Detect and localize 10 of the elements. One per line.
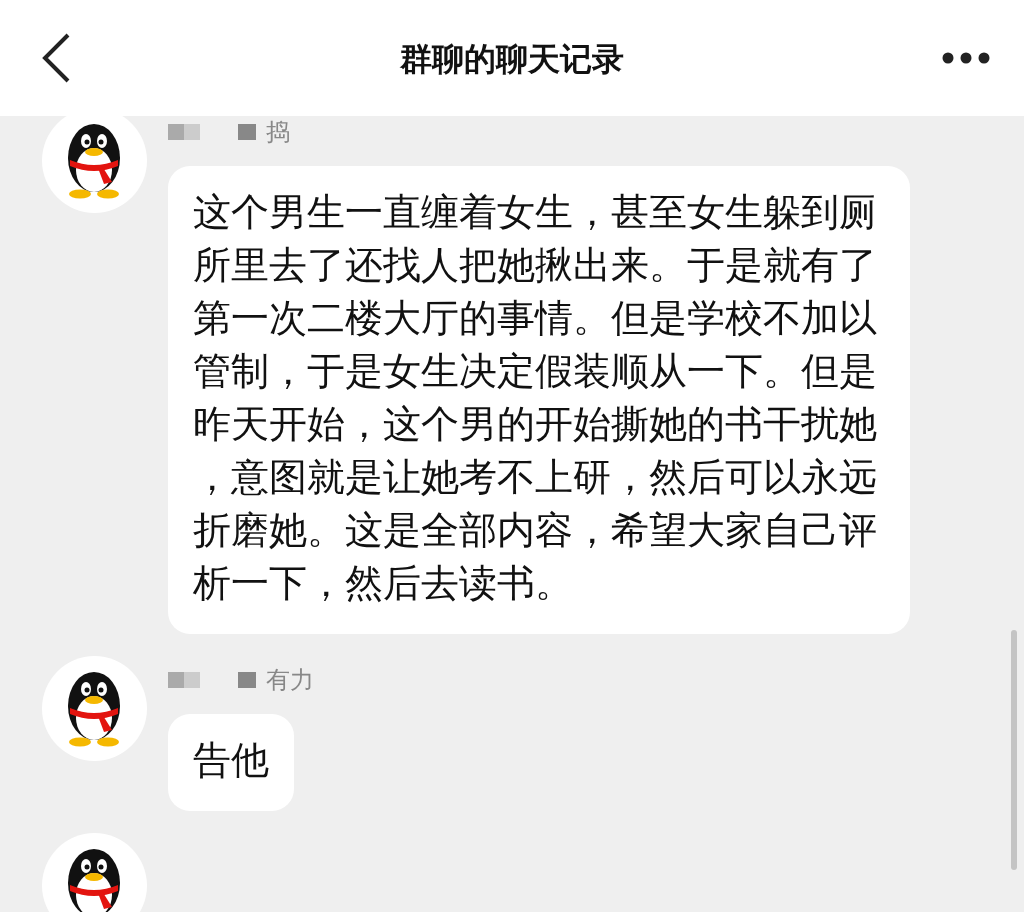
- back-icon[interactable]: [40, 32, 72, 84]
- penguin-avatar-icon: [42, 656, 147, 761]
- sender-name: 有力: [266, 665, 314, 695]
- sender-name: 捣: [266, 117, 290, 147]
- chat-title: 群聊的聊天记录: [399, 39, 625, 80]
- penguin-avatar-icon: [42, 833, 147, 912]
- more-icon[interactable]: [942, 52, 990, 64]
- message-bubble: 告他: [168, 714, 294, 811]
- message-bubble: 这个男生一直缠着女生，甚至女生躲到厕所里去了还找人把她揪出来。于是就有了第一次二楼大厅的事情。但是学校不加以管制，于是女生决定假装顺从一下。但是昨天开始，这个男的开始撕她的书干扰她，意图就是让她考不上研，然后可以永远折磨她。这是全部内容，希望大家自己评析一下，然后去读书。: [168, 166, 910, 634]
- scrollbar[interactable]: [1011, 630, 1017, 870]
